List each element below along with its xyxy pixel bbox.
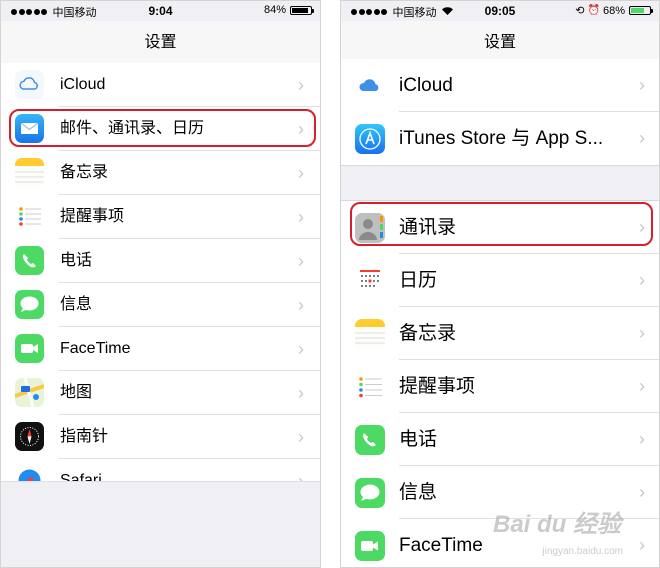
chevron-right-icon: › [298,295,304,315]
alarm-icon: ⏰ [587,5,600,16]
settings-row-messages[interactable]: 信息 › [1,283,320,327]
settings-row-notes[interactable]: 备忘录 › [1,151,320,195]
appstore-icon [355,124,385,154]
chevron-right-icon: › [298,163,304,183]
icloud-icon [15,70,44,99]
row-label: 备忘录 [60,164,109,181]
chevron-right-icon: › [298,383,304,403]
row-label: iCloud [60,76,106,93]
row-label: 指南针 [60,428,109,445]
phone-icon [15,246,44,275]
chevron-right-icon: › [639,429,645,449]
calendar-icon [355,266,385,296]
row-label: 备忘录 [399,323,457,344]
left-phone-screen: 中国移动 9:04 84% 设置 iCloud › 邮件、通讯录、日历 › 备忘… [0,0,321,568]
messages-icon [15,290,44,319]
chevron-right-icon: › [298,251,304,271]
settings-row-phone[interactable]: 电话 › [1,239,320,283]
chevron-right-icon: › [298,207,304,227]
settings-row-maps[interactable]: 地图 › [1,371,320,415]
notes-icon [355,319,385,349]
section-gap [341,165,659,201]
messages-icon [355,478,385,508]
chevron-right-icon: › [639,128,645,148]
settings-row-reminders[interactable]: 提醒事项 › [341,360,659,413]
settings-row-itunes-appstore[interactable]: iTunes Store 与 App S... › [341,112,659,165]
chevron-right-icon: › [639,482,645,502]
row-label: 电话 [60,252,93,269]
facetime-icon [355,531,385,561]
settings-row-icloud[interactable]: iCloud › [1,63,320,107]
bottom-blank [1,481,320,567]
row-label: 提醒事项 [60,208,125,225]
chevron-right-icon: › [639,270,645,290]
settings-row-icloud[interactable]: iCloud › [341,59,659,112]
status-bar: 中国移动 9:04 84% [1,1,320,21]
baidu-watermark: Bai du 经验 [492,511,621,538]
settings-row-calendar[interactable]: 日历 › [341,254,659,307]
chevron-right-icon: › [639,323,645,343]
settings-list: iCloud › iTunes Store 与 App S... › 通讯录 › [341,59,659,567]
status-bar: 中国移动 09:05 ⟲ ⏰ 68% [341,1,659,21]
chevron-right-icon: › [639,376,645,396]
row-label: 日历 [399,270,438,291]
row-label: 电话 [399,429,438,450]
notes-icon [15,158,44,187]
phone-icon [355,425,385,455]
maps-icon [15,378,44,407]
highlight-box [350,202,653,246]
rotation-lock-icon: ⟲ [575,5,585,17]
chevron-right-icon: › [639,535,645,555]
battery-icon [290,5,314,15]
chevron-right-icon: › [298,339,304,359]
compass-icon [15,422,44,451]
settings-row-facetime[interactable]: FaceTime › [1,327,320,371]
row-label: 地图 [60,384,93,401]
chevron-right-icon: › [298,75,304,95]
page-title: 设置 [1,21,320,66]
chevron-right-icon: › [298,427,304,447]
right-phone-screen: 中国移动 09:05 ⟲ ⏰ 68% 设置 iCloud › iTunes St… [340,0,660,568]
battery-icon [629,6,653,15]
icloud-icon [355,71,385,101]
row-label: 信息 [399,482,438,503]
row-label: iCloud [399,75,453,96]
reminders-icon [355,372,385,402]
row-label: FaceTime [60,340,131,357]
battery-percent: 84% [263,4,286,16]
settings-row-compass[interactable]: 指南针 › [1,415,320,459]
facetime-icon [15,334,44,363]
chevron-right-icon: › [639,75,645,95]
row-label: 信息 [60,296,93,313]
settings-row-notes[interactable]: 备忘录 › [341,307,659,360]
reminders-icon [15,202,44,231]
settings-row-reminders[interactable]: 提醒事项 › [1,195,320,239]
row-label: iTunes Store 与 App S... [399,128,604,149]
battery-percent: 68% [602,4,625,17]
row-label: FaceTime [399,535,483,556]
row-label: 提醒事项 [399,376,476,397]
settings-row-phone[interactable]: 电话 › [341,413,659,466]
baidu-watermark-url: jingyan.baidu.com [542,546,623,557]
highlight-box [9,109,316,147]
